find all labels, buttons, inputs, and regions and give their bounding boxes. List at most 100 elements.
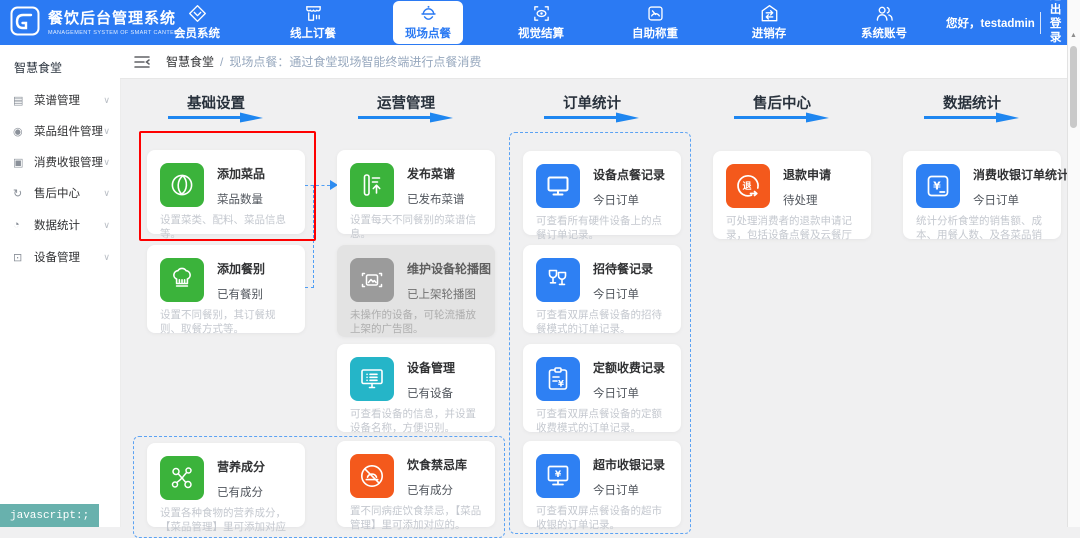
chevron-down-icon: ∨	[103, 126, 110, 137]
vegetable-icon	[160, 163, 204, 207]
card-desc: 设置不同餐别，其订餐规则、取餐方式等。	[160, 308, 295, 336]
data-stats-icon: ◔	[13, 219, 26, 231]
sidebar-item-label: 数据统计	[34, 217, 80, 233]
nav-label: 会员系统	[174, 25, 220, 41]
card-hospitality-meal-records[interactable]: 招待餐记录 今日订单 可查看双屏点餐设备的招待餐模式的订单记录。	[523, 245, 681, 333]
card-stat: 已有设备	[407, 385, 453, 401]
dish-components-icon: ◉	[13, 125, 26, 138]
card-device-order-records[interactable]: 设备点餐记录 今日订单 可查看所有硬件设备上的点餐订单记录。	[523, 151, 681, 235]
arrow-underline	[544, 112, 640, 123]
card-stat: 今日订单	[593, 192, 639, 208]
monitor-icon	[536, 164, 580, 208]
card-stat: 今日订单	[593, 482, 639, 498]
chevron-down-icon: ∨	[103, 252, 110, 263]
cashier-mgmt-icon: ▣	[13, 156, 26, 169]
sidebar-item-menu-mgmt[interactable]: ▤ 菜谱管理 ∨	[0, 85, 120, 115]
card-title: 维护设备轮播图	[407, 260, 491, 277]
card-stat: 待处理	[783, 192, 818, 208]
card-desc: 可查看设备的信息，并设置设备名称，方便识别。	[350, 407, 485, 435]
scale-icon	[646, 4, 665, 23]
chevron-down-icon: ∨	[103, 220, 110, 231]
card-title: 超市收银记录	[593, 456, 665, 473]
card-title: 定额收费记录	[593, 359, 665, 376]
nav-self-weighing[interactable]: 自助称重	[620, 0, 690, 45]
card-title: 饮食禁忌库	[407, 456, 467, 473]
device-list-icon	[350, 357, 394, 401]
sidebar-item-label: 售后中心	[34, 185, 80, 201]
card-title: 营养成分	[217, 458, 265, 475]
molecule-icon	[160, 456, 204, 500]
sidebar-item-label: 菜谱管理	[34, 92, 80, 108]
card-desc: 可查看双屏点餐设备的招待餐模式的订单记录。	[536, 308, 671, 336]
nav-inventory[interactable]: 进销存	[734, 0, 804, 45]
column-title-order-stats: 订单统计	[532, 92, 652, 113]
nav-online-ordering[interactable]: 线上订餐	[278, 0, 348, 45]
sidebar-item-label: 设备管理	[34, 249, 80, 265]
card-desc: 置不同病症饮食禁忌，【菜品管理】里可添加对应的。	[350, 504, 485, 532]
card-title: 添加餐别	[217, 260, 265, 277]
breadcrumb-root[interactable]: 智慧食堂	[166, 53, 214, 70]
nav-system-account[interactable]: 系统账号	[849, 0, 919, 45]
card-stat: 今日订单	[593, 385, 639, 401]
card-add-dish[interactable]: 添加菜品 菜品数量 设置菜类、配料、菜品信息等。	[147, 150, 305, 234]
card-fixed-fee-records[interactable]: ¥ 定额收费记录 今日订单 可查看双屏点餐设备的定额收费模式的订单记录。	[523, 344, 681, 432]
clipboard-yuan-icon: ¥	[536, 357, 580, 401]
svg-text:退: 退	[742, 181, 751, 192]
card-stat: 今日订单	[973, 192, 1019, 208]
svg-text:¥: ¥	[555, 470, 562, 480]
card-title: 发布菜谱	[407, 165, 455, 182]
chef-hat-icon	[160, 258, 204, 302]
sidebar-item-device-mgmt[interactable]: ⊡ 设备管理 ∨	[0, 242, 120, 272]
column-title-data-stats: 数据统计	[912, 92, 1032, 113]
card-cashier-order-statistics[interactable]: ¥ 消费收银订单统计 今日订单 统计分析食堂的销售额、成本、用餐人数、及各菜品销…	[903, 151, 1061, 239]
card-device-management[interactable]: 设备管理 已有设备 可查看设备的信息，并设置设备名称，方便识别。	[337, 344, 495, 432]
logout-label: 退出登录	[1045, 0, 1066, 45]
card-supermarket-cashier-records[interactable]: ¥ 超市收银记录 今日订单 可查看双屏点餐设备的超市收银的订单记录。	[523, 441, 681, 527]
top-navigation-bar: 餐饮后台管理系统 MANAGEMENT SYSTEM OF SMART CANT…	[0, 0, 1068, 45]
card-nutrition[interactable]: 营养成分 已有成分 设置各种食物的营养成分，【菜品管理】里可添加对应的食物及分.…	[147, 443, 305, 527]
chevron-down-icon: ∨	[103, 95, 110, 106]
card-dietary-taboo[interactable]: 饮食禁忌库 已有成分 置不同病症饮食禁忌，【菜品管理】里可添加对应的。	[337, 441, 495, 527]
card-add-meal-type[interactable]: 添加餐别 已有餐别 设置不同餐别，其订餐规则、取餐方式等。	[147, 245, 305, 333]
menu-book-icon: ▤	[13, 94, 26, 107]
nav-label: 视觉结算	[518, 25, 564, 41]
card-stat: 已有成分	[407, 482, 453, 498]
card-title: 设备点餐记录	[593, 166, 665, 183]
card-desc: 未操作的设备，可轮流播放上架的广告图。	[350, 308, 485, 336]
card-title: 招待餐记录	[593, 260, 653, 277]
nav-onsite-ordering[interactable]: 现场点餐	[393, 1, 463, 44]
card-title: 退款申请	[783, 166, 831, 183]
card-desc: 可查看双屏点餐设备的超市收银的订单记录。	[536, 504, 671, 532]
diamond-member-icon	[188, 4, 207, 23]
browser-status-text: javascript:;	[0, 504, 99, 527]
card-publish-menu[interactable]: 发布菜谱 已发布菜谱 设置每天不同餐别的菜谱信息。	[337, 150, 495, 234]
collapse-sidebar-icon[interactable]	[134, 55, 150, 69]
nav-label: 线上订餐	[290, 25, 336, 41]
connector-line	[305, 287, 314, 288]
publish-menu-icon	[350, 163, 394, 207]
card-desc: 统计分析食堂的销售额、成本、用餐人数、及各菜品销量、餐别等...	[916, 214, 1051, 242]
vertical-scrollbar[interactable]: ▲	[1067, 0, 1080, 527]
column-title-basic-settings: 基础设置	[156, 92, 276, 113]
card-stat: 今日订单	[593, 286, 639, 302]
sidebar-item-cashier-mgmt[interactable]: ▣ 消费收银管理 ∨	[0, 147, 120, 177]
card-stat: 菜品数量	[217, 191, 263, 207]
sidebar-item-label: 菜品组件管理	[34, 123, 103, 139]
nav-vision-settlement[interactable]: 视觉结算	[506, 0, 576, 45]
svg-text:¥: ¥	[558, 380, 564, 390]
scrollbar-up-arrow[interactable]: ▲	[1070, 32, 1077, 39]
arrow-underline	[734, 112, 830, 123]
card-title: 设备管理	[407, 359, 455, 376]
card-carousel-maintenance[interactable]: 维护设备轮播图 已上架轮播图 未操作的设备，可轮流播放上架的广告图。	[337, 245, 495, 337]
sidebar-item-dish-components[interactable]: ◉ 菜品组件管理 ∨	[0, 116, 120, 146]
scrollbar-thumb[interactable]	[1070, 46, 1077, 128]
breadcrumb-bar: 智慧食堂 / 现场点餐：通过食堂现场智能终端进行点餐消费	[120, 45, 1068, 79]
user-greeting: 您好，testadmin	[946, 15, 1035, 31]
sidebar: 智慧食堂 ▤ 菜谱管理 ∨ ◉ 菜品组件管理 ∨ ▣ 消费收银管理 ∨ ↻ 售后…	[0, 45, 121, 527]
sidebar-item-aftersales[interactable]: ↻ 售后中心 ∨	[0, 178, 120, 208]
app-logo: 餐饮后台管理系统 MANAGEMENT SYSTEM OF SMART CANT…	[10, 6, 183, 36]
sidebar-item-data-stats[interactable]: ◔ 数据统计 ∨	[0, 210, 120, 240]
monitor-yuan-icon: ¥	[536, 454, 580, 498]
card-refund-application[interactable]: 退 退款申请 待处理 可处理消费者的退款申请记录，包括设备点餐及云餐厅H5上的订…	[713, 151, 871, 239]
nav-member-system[interactable]: 会员系统	[162, 0, 232, 45]
